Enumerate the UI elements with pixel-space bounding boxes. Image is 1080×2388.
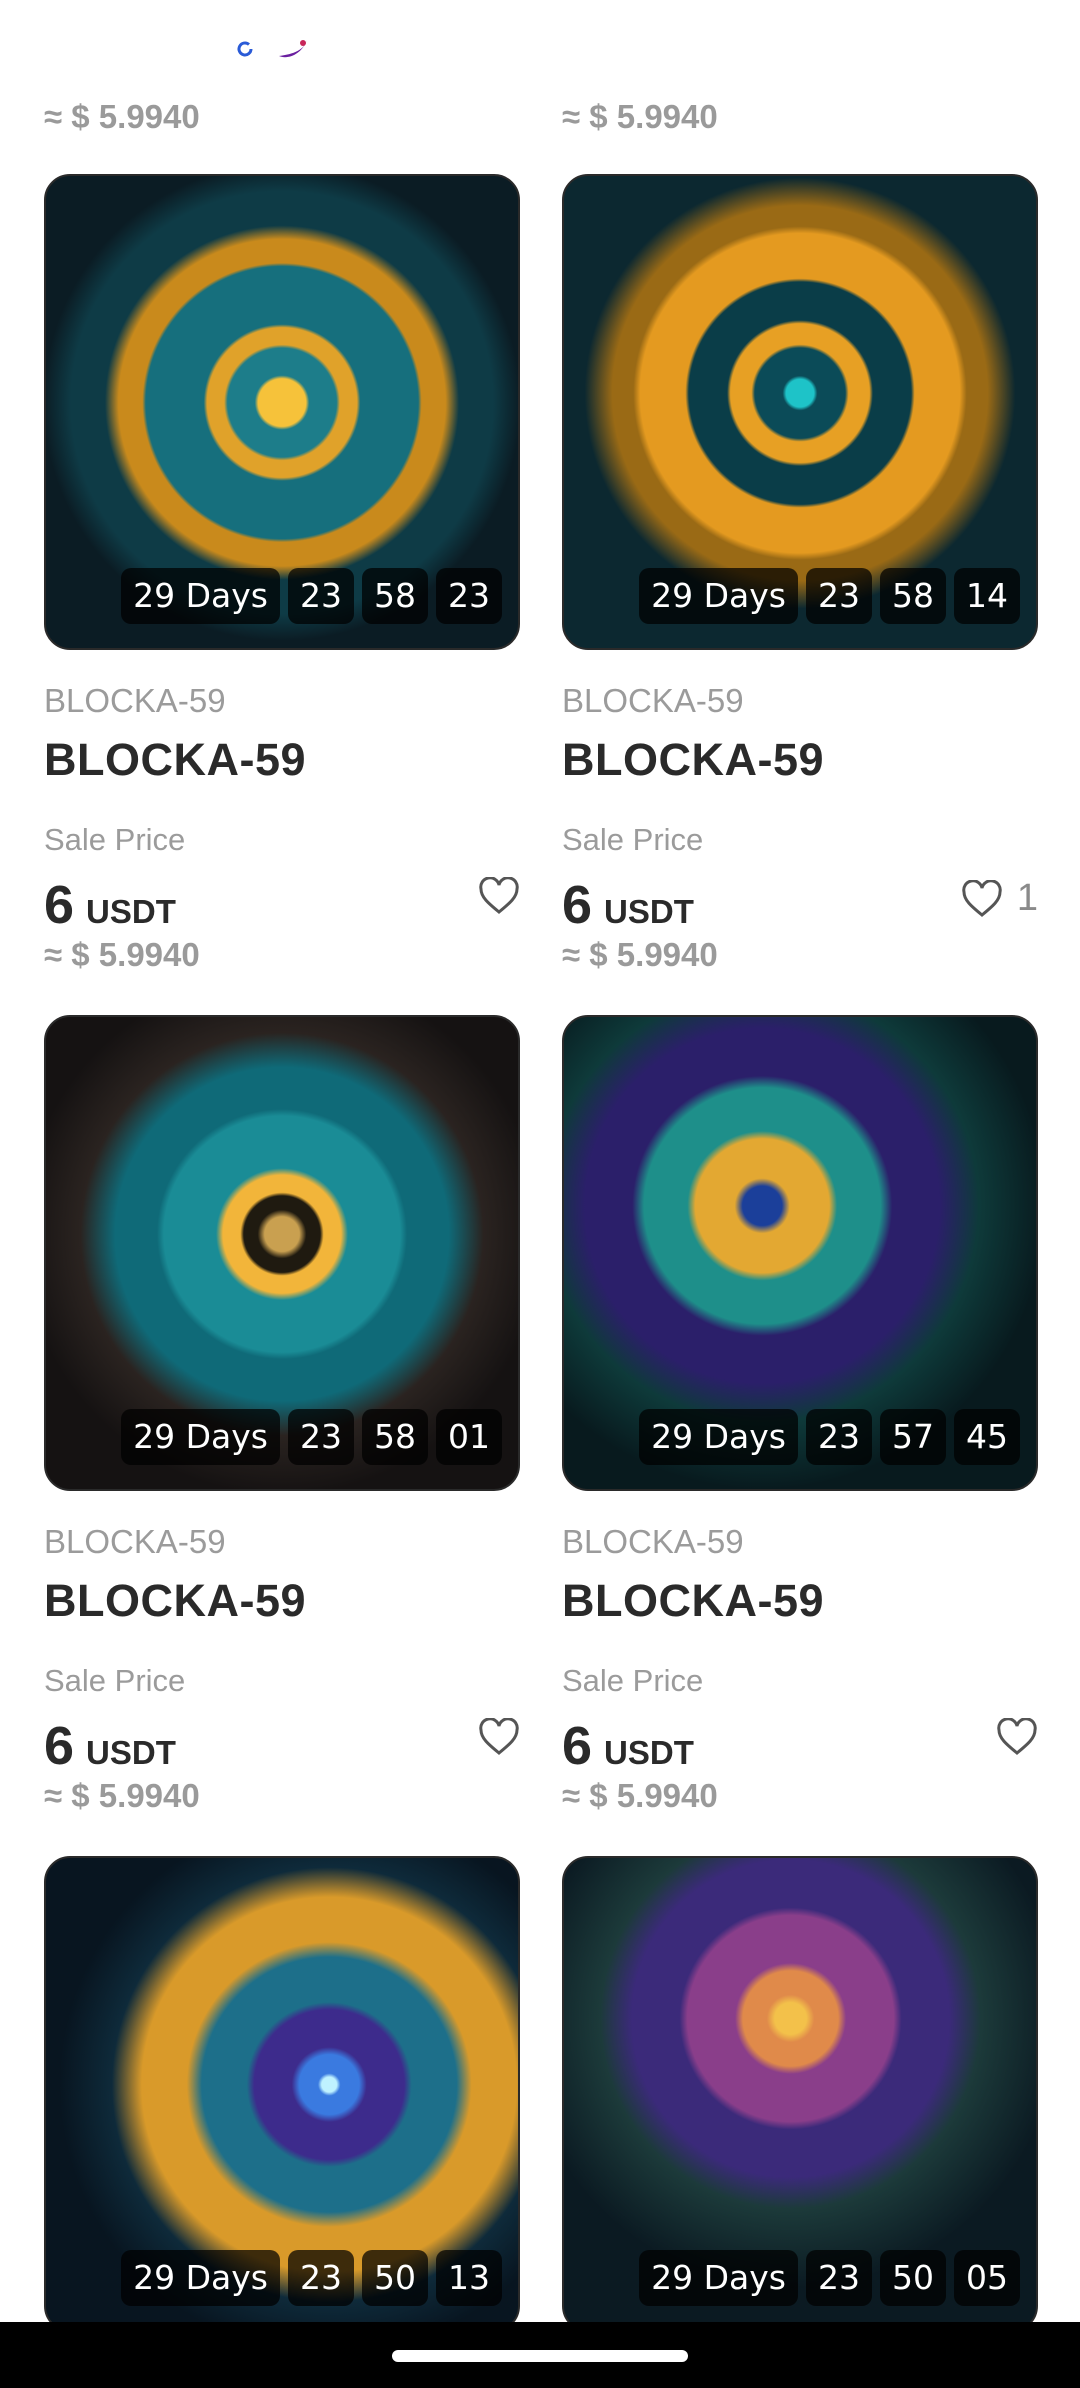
nft-name: BLOCKA-59 [44, 734, 307, 785]
countdown-timer: 29 Days 23 50 05 [639, 2250, 1020, 2306]
nft-image[interactable]: 29 Days 23 58 23 [44, 174, 520, 650]
timer-seconds: 01 [436, 1409, 502, 1465]
like-button[interactable] [478, 1718, 520, 1756]
usd-estimate: ≈ $ 5.9940 [44, 98, 200, 135]
countdown-timer: 29 Days 23 57 45 [639, 1409, 1020, 1465]
timer-minutes: 58 [362, 568, 428, 624]
price-unit: USDT [86, 1734, 176, 1771]
timer-minutes: 57 [880, 1409, 946, 1465]
price-unit: USDT [604, 893, 694, 930]
timer-minutes: 50 [362, 2250, 428, 2306]
timer-seconds: 23 [436, 568, 502, 624]
price: 6 USDT [44, 1715, 176, 1777]
price-unit: USDT [86, 893, 176, 930]
timer-minutes: 50 [880, 2250, 946, 2306]
usd-estimate: ≈ $ 5.9940 [562, 98, 718, 135]
timer-seconds: 45 [954, 1409, 1020, 1465]
timer-hours: 23 [806, 568, 872, 624]
price: 6 USDT [562, 1715, 694, 1777]
timer-hours: 23 [288, 2250, 354, 2306]
timer-seconds: 05 [954, 2250, 1020, 2306]
nft-name: BLOCKA-59 [562, 734, 825, 785]
timer-days: 29 Days [121, 2250, 280, 2306]
collection-name: BLOCKA-59 [562, 682, 744, 719]
timer-days: 29 Days [639, 568, 798, 624]
nft-card[interactable]: 29 Days 23 58 23 BLOCKA-59 BLOCKA-59 Sal… [44, 174, 520, 973]
heart-icon [997, 1718, 1037, 1755]
nft-image[interactable]: 29 Days 23 58 01 [44, 1015, 520, 1491]
like-button[interactable]: 1 [961, 877, 1038, 920]
heart-icon [962, 879, 1002, 917]
like-button[interactable] [478, 877, 520, 915]
countdown-timer: 29 Days 23 58 01 [121, 1409, 502, 1465]
timer-days: 29 Days [121, 1409, 280, 1465]
price-value: 6 [562, 1716, 593, 1776]
price-value: 6 [44, 1716, 75, 1776]
home-indicator[interactable] [392, 2350, 688, 2362]
status-bar-icons [234, 34, 310, 64]
timer-days: 29 Days [639, 2250, 798, 2306]
price: 6 USDT [562, 874, 694, 936]
nft-card[interactable]: 29 Days 23 50 05 [562, 1856, 1038, 2332]
nft-image[interactable]: 29 Days 23 50 13 [44, 1856, 520, 2332]
like-button[interactable] [996, 1718, 1038, 1756]
refresh-icon [237, 41, 253, 57]
price-value: 6 [44, 875, 75, 935]
timer-seconds: 14 [954, 568, 1020, 624]
usd-estimate: ≈ $ 5.9940 [44, 1777, 200, 1814]
nft-card[interactable]: 29 Days 23 58 01 BLOCKA-59 BLOCKA-59 Sal… [44, 1015, 520, 1814]
nft-image[interactable]: 29 Days 23 58 14 [562, 174, 1038, 650]
price-value: 6 [562, 875, 593, 935]
timer-hours: 23 [288, 1409, 354, 1465]
usd-estimate: ≈ $ 5.9940 [562, 936, 718, 973]
timer-minutes: 58 [880, 568, 946, 624]
usd-estimate: ≈ $ 5.9940 [562, 1777, 718, 1814]
countdown-timer: 29 Days 23 50 13 [121, 2250, 502, 2306]
like-count: 1 [1016, 877, 1038, 919]
timer-days: 29 Days [639, 1409, 798, 1465]
sale-price-label: Sale Price [44, 1663, 186, 1698]
nft-card[interactable]: 29 Days 23 58 14 BLOCKA-59 BLOCKA-59 Sal… [562, 174, 1038, 973]
timer-hours: 23 [806, 2250, 872, 2306]
price-unit: USDT [604, 1734, 694, 1771]
countdown-timer: 29 Days 23 58 14 [639, 568, 1020, 624]
nft-card[interactable]: 29 Days 23 50 13 [44, 1856, 520, 2332]
timer-seconds: 13 [436, 2250, 502, 2306]
nft-image[interactable]: 29 Days 23 57 45 [562, 1015, 1038, 1491]
nft-name: BLOCKA-59 [44, 1575, 307, 1626]
nft-card[interactable]: 29 Days 23 57 45 BLOCKA-59 BLOCKA-59 Sal… [562, 1015, 1038, 1814]
timer-hours: 23 [288, 568, 354, 624]
nft-image[interactable]: 29 Days 23 50 05 [562, 1856, 1038, 2332]
app-logo-icon [279, 40, 307, 58]
timer-minutes: 58 [362, 1409, 428, 1465]
nft-name: BLOCKA-59 [562, 1575, 825, 1626]
sale-price-label: Sale Price [44, 822, 186, 857]
usd-estimate: ≈ $ 5.9940 [44, 936, 200, 973]
heart-icon [479, 1718, 519, 1755]
countdown-timer: 29 Days 23 58 23 [121, 568, 502, 624]
sale-price-label: Sale Price [562, 822, 704, 857]
collection-name: BLOCKA-59 [44, 1523, 226, 1560]
timer-hours: 23 [806, 1409, 872, 1465]
timer-days: 29 Days [121, 568, 280, 624]
sale-price-label: Sale Price [562, 1663, 704, 1698]
price: 6 USDT [44, 874, 176, 936]
collection-name: BLOCKA-59 [562, 1523, 744, 1560]
heart-icon [479, 877, 519, 914]
collection-name: BLOCKA-59 [44, 682, 226, 719]
